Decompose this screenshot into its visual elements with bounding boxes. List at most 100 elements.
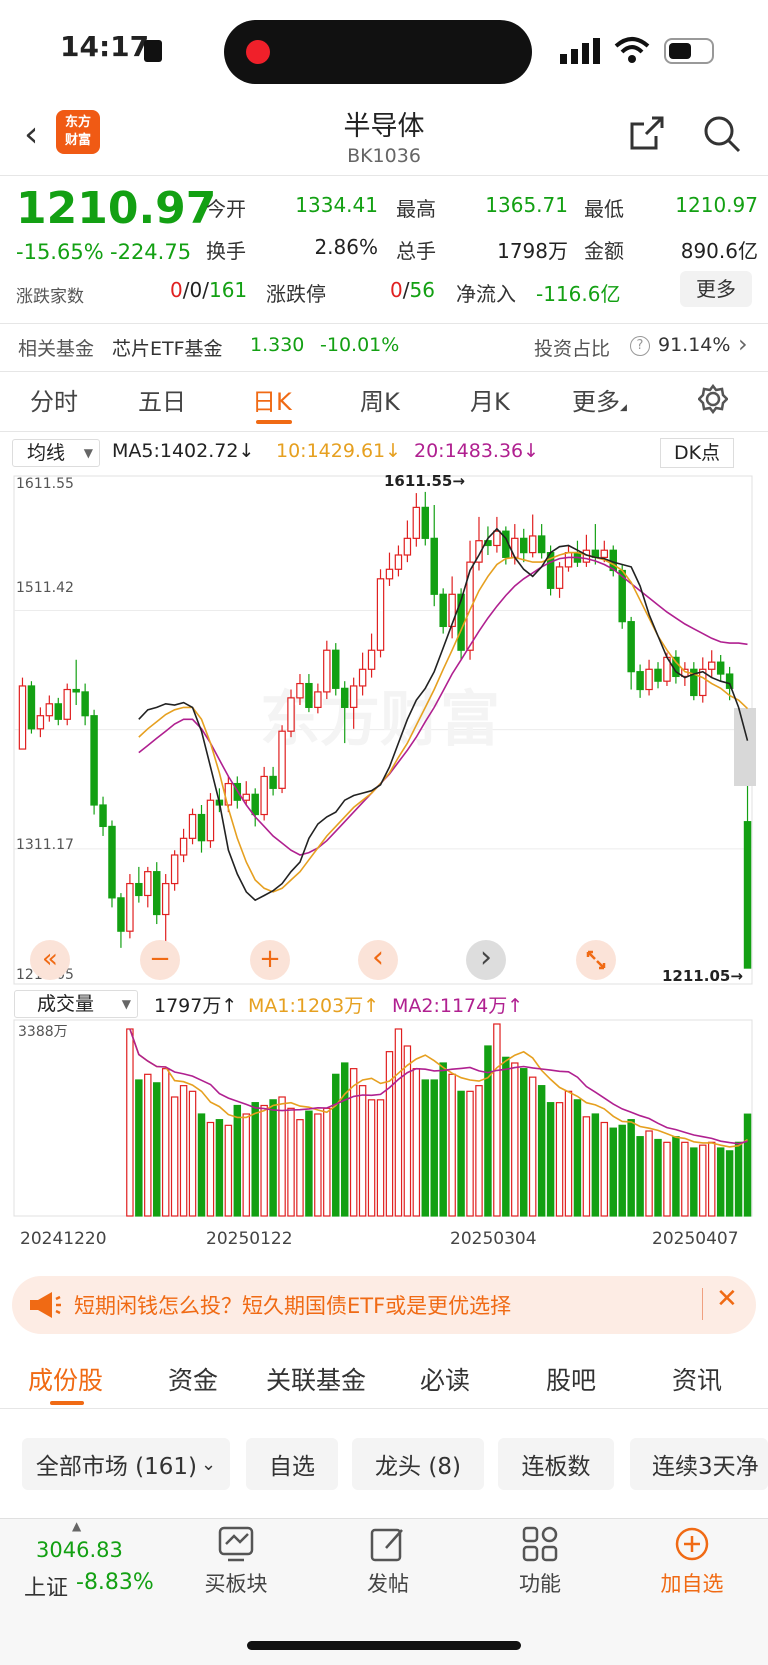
candle-body <box>340 687 349 708</box>
filter-chip-label: 连续3天净 <box>652 1454 759 1480</box>
bottom-tab-5[interactable]: 资讯 <box>672 1361 722 1397</box>
filter-chip-2[interactable]: 龙头 (8) <box>352 1438 484 1490</box>
vol-ma1: MA1:1203万↑ <box>248 995 380 1017</box>
candle-body <box>403 537 412 556</box>
volume-bar <box>314 1113 322 1217</box>
volume-bar <box>144 1073 152 1217</box>
gap-marker <box>734 708 756 786</box>
promo-banner[interactable]: 短期闲钱怎么投？短久期国债ETF或是更优选择 ✕ <box>12 1276 756 1334</box>
price-axis-label: 1611.55 <box>16 476 74 492</box>
volume-bar <box>627 1119 635 1217</box>
active-tab-underline <box>50 1401 84 1405</box>
candle-body <box>54 703 63 720</box>
functions-label[interactable]: 功能 <box>480 1568 600 1598</box>
trade-sector-icon[interactable] <box>214 1524 258 1564</box>
bottom-tab-2[interactable]: 关联基金 <box>266 1361 366 1397</box>
candle-body <box>412 506 421 539</box>
candle-body <box>117 897 125 932</box>
period-tab-5[interactable]: 更多◢ <box>572 382 627 417</box>
price-axis-label: 1311.17 <box>16 837 74 853</box>
volume-selector[interactable]: 成交量 ▼ <box>14 990 138 1018</box>
candle-body <box>528 535 537 554</box>
volume-bar <box>349 1068 358 1217</box>
volume-bar <box>385 1051 394 1217</box>
kline-chart[interactable]: 东方财富 1611.551511.421311.171211.051611.55… <box>0 430 768 1270</box>
filter-chip-4[interactable]: 连续3天净 <box>630 1438 768 1490</box>
volume-bar <box>466 1090 474 1217</box>
share-icon[interactable] <box>626 114 666 154</box>
index-name[interactable]: 上证 <box>24 1570 68 1602</box>
chevron-right-icon[interactable]: › <box>738 330 748 358</box>
period-tab-0[interactable]: 分时 <box>30 382 78 417</box>
candle-body <box>743 821 752 969</box>
battery-icon <box>664 38 714 64</box>
filter-chip-label: 自选 <box>269 1454 315 1480</box>
add-watchlist-icon[interactable] <box>672 1524 712 1564</box>
post-icon[interactable] <box>368 1524 408 1564</box>
volume-bar <box>672 1136 680 1217</box>
status-bar: 14:17 <box>0 0 768 100</box>
close-icon[interactable]: ✕ <box>716 1284 738 1314</box>
bottom-tab-0[interactable]: 成份股 <box>28 1361 103 1405</box>
candle-body <box>358 668 367 687</box>
clock: 14:17 <box>60 30 150 63</box>
volume-bar <box>323 1107 331 1217</box>
ratio-label: 投资占比 <box>534 338 611 360</box>
bottom-tab-3[interactable]: 必读 <box>420 1361 470 1397</box>
period-tab-3[interactable]: 周K <box>360 382 400 417</box>
bottom-tab-1[interactable]: 资金 <box>168 1361 218 1397</box>
volume-bar <box>681 1141 689 1217</box>
next-button[interactable]: › <box>466 940 506 980</box>
index-value[interactable]: 3046.83 <box>36 1538 123 1562</box>
volume-bar <box>367 1099 376 1217</box>
candle-body <box>537 535 546 554</box>
filter-chip-1[interactable]: 自选 <box>246 1438 338 1490</box>
zoom-out-button[interactable]: − <box>140 940 180 980</box>
high-price-marker: 1611.55→ <box>384 472 465 490</box>
volume-bar <box>251 1102 259 1217</box>
date-axis-label: 20250304 <box>450 1229 537 1249</box>
volume-bar <box>260 1104 268 1217</box>
filter-chip-0[interactable]: 全部市场 (161) ⌄ <box>22 1438 230 1490</box>
period-tab-1[interactable]: 五日 <box>138 382 186 417</box>
search-icon[interactable] <box>702 114 742 154</box>
post-label[interactable]: 发帖 <box>328 1568 448 1598</box>
volume-bar <box>439 1062 447 1217</box>
candle-body <box>197 813 206 842</box>
period-tab-2[interactable]: 日K <box>252 382 292 424</box>
filter-chip-3[interactable]: 连板数 <box>498 1438 614 1490</box>
volume-bar <box>725 1150 734 1217</box>
volume-bar <box>188 1090 197 1217</box>
volume-bar <box>242 1113 250 1217</box>
volume-bar <box>358 1085 367 1217</box>
volume-bar <box>126 1028 134 1217</box>
help-icon[interactable]: ? <box>630 336 650 356</box>
rewind-button[interactable]: « <box>30 940 70 980</box>
candle-body <box>439 593 447 628</box>
prev-button[interactable]: ‹ <box>358 940 398 980</box>
functions-icon[interactable] <box>520 1524 560 1564</box>
candle-body <box>725 673 734 689</box>
volume-bar <box>511 1062 519 1217</box>
trade-sector-label[interactable]: 买板块 <box>176 1568 296 1598</box>
index-pct[interactable]: -8.83% <box>76 1570 154 1595</box>
candle-body <box>18 685 27 750</box>
add-watchlist-label[interactable]: 加自选 <box>632 1568 752 1598</box>
candle-body <box>493 530 501 547</box>
turnover-value: 2.86% <box>314 235 378 259</box>
candle-body <box>72 688 80 693</box>
filter-chip-label: 龙头 (8) <box>375 1454 461 1480</box>
active-tab-underline <box>256 420 292 424</box>
volume-bar <box>287 1107 295 1217</box>
settings-icon[interactable] <box>698 384 728 414</box>
period-tab-4[interactable]: 月K <box>470 382 510 417</box>
breadth-down: 161 <box>208 278 248 302</box>
bottom-tab-4[interactable]: 股吧 <box>546 1361 596 1397</box>
zoom-in-button[interactable]: + <box>250 940 290 980</box>
more-button[interactable]: 更多 <box>680 271 752 307</box>
volume-bar <box>502 1056 510 1217</box>
vol-ma2-text: MA2:1174万 <box>392 995 508 1017</box>
open-value: 1334.41 <box>295 193 378 217</box>
fund-name[interactable]: 芯片ETF基金 <box>112 334 223 361</box>
fullscreen-button[interactable] <box>576 940 616 980</box>
